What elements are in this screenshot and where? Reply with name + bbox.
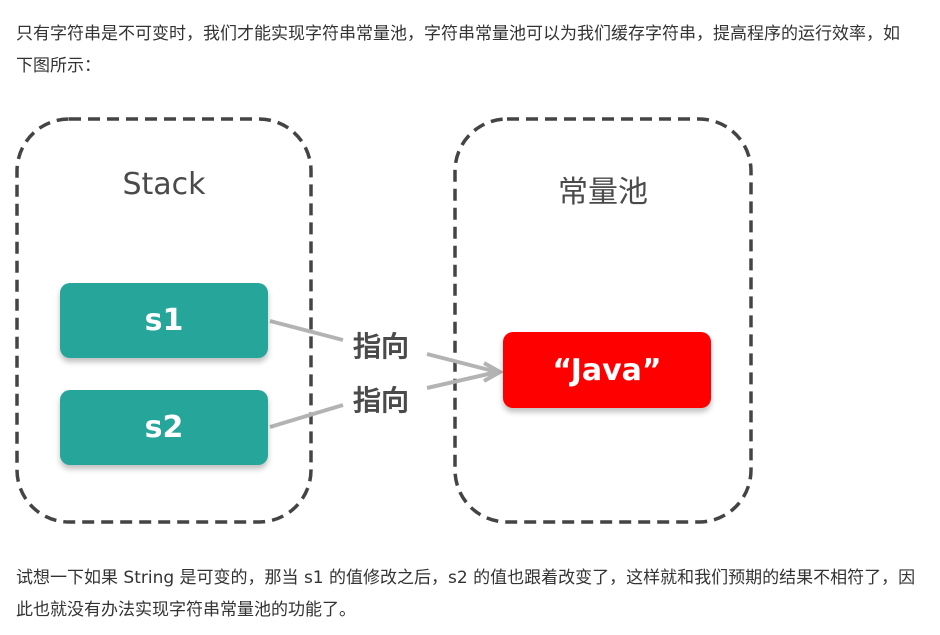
s2-pointer-line-a	[269, 403, 344, 429]
stack-item-s1: s1	[60, 283, 268, 358]
pointer-label-s2: 指向	[353, 384, 410, 417]
pool-title: 常量池	[558, 175, 648, 210]
pointer-label-s1: 指向	[353, 330, 410, 363]
stack-item-s2: s2	[60, 390, 268, 465]
pool-value-java: “Java”	[503, 332, 711, 408]
outro-paragraph: 试想一下如果 String 是可变的，那当 s1 的值修改之后，s2 的值也跟着…	[16, 568, 916, 620]
stack-title: Stack	[122, 167, 206, 202]
string-pool-diagram: Stack 常量池 s1 s2 “Java” 指向 指向	[0, 0, 940, 635]
s1-pointer-line-a	[269, 319, 344, 342]
